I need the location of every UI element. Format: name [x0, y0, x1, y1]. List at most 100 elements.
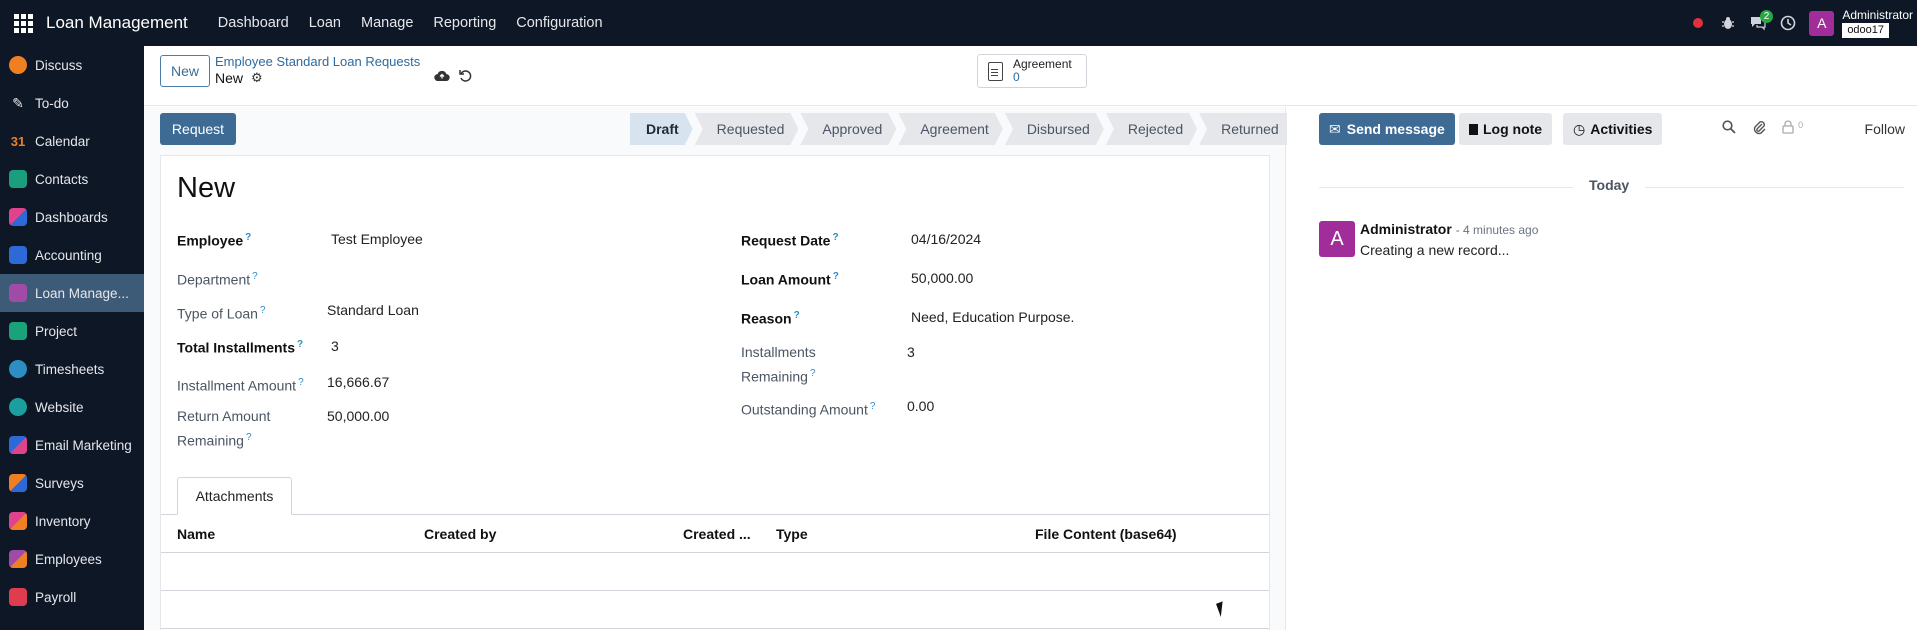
- user-avatar[interactable]: A: [1809, 10, 1835, 36]
- help-icon: ?: [245, 432, 252, 443]
- sidebar-item-dashboards[interactable]: Dashboards: [0, 198, 144, 236]
- loan-amount-field[interactable]: 50,000.00: [911, 270, 973, 286]
- tab-attachments[interactable]: Attachments: [177, 477, 292, 515]
- table-row[interactable]: [161, 553, 1269, 591]
- request-date-field[interactable]: 04/16/2024: [911, 231, 981, 247]
- user-menu[interactable]: Administrator odoo17: [1842, 7, 1913, 38]
- department-field[interactable]: [331, 266, 651, 286]
- bug-icon[interactable]: [1713, 0, 1743, 46]
- app-brand[interactable]: Loan Management: [46, 13, 188, 33]
- clock-icon: ◷: [1573, 120, 1586, 137]
- sidebar-item-label: Dashboards: [35, 209, 108, 225]
- sidebar-item-website[interactable]: Website: [0, 388, 144, 426]
- recording-icon[interactable]: [1683, 0, 1713, 46]
- breadcrumb[interactable]: Employee Standard Loan Requests: [215, 54, 420, 69]
- message-timestamp: - 4 minutes ago: [1455, 223, 1539, 237]
- message-author-avatar[interactable]: A: [1319, 221, 1355, 257]
- menu-dashboard[interactable]: Dashboard: [208, 0, 299, 46]
- sidebar-item-project[interactable]: Project: [0, 312, 144, 350]
- column-name[interactable]: Name: [177, 526, 215, 542]
- sidebar-item-email-marketing[interactable]: Email Marketing: [0, 426, 144, 464]
- agreement-smart-button[interactable]: Agreement 0: [977, 54, 1087, 88]
- save-cloud-icon[interactable]: [434, 69, 450, 86]
- document-icon: [988, 61, 1003, 81]
- reason-label: Reason?: [741, 310, 800, 327]
- followers-lock-icon[interactable]: 0: [1782, 120, 1803, 138]
- sidebar-item-inventory[interactable]: Inventory: [0, 502, 144, 540]
- paperclip-icon[interactable]: [1752, 120, 1766, 139]
- sidebar-item-label: Inventory: [35, 513, 91, 529]
- sidebar-item-contacts[interactable]: Contacts: [0, 160, 144, 198]
- sidebar-item-payroll[interactable]: Payroll: [0, 578, 144, 616]
- sidebar-item-label: Email Marketing: [35, 437, 132, 453]
- menu-reporting[interactable]: Reporting: [423, 0, 506, 46]
- status-draft[interactable]: Draft: [630, 113, 693, 145]
- menu-manage[interactable]: Manage: [351, 0, 423, 46]
- status-bar: Draft Requested Approved Agreement Disbu…: [630, 113, 1297, 145]
- clock-icon[interactable]: [1773, 0, 1803, 46]
- search-icon[interactable]: [1722, 120, 1736, 138]
- surveys-icon: [9, 474, 27, 492]
- email-marketing-icon: [9, 436, 27, 454]
- help-icon: ?: [298, 377, 304, 388]
- payroll-icon: [9, 588, 27, 606]
- record-title: New: [177, 172, 236, 204]
- table-row[interactable]: [161, 591, 1269, 629]
- request-button[interactable]: Request: [160, 113, 236, 145]
- employee-field[interactable]: Test Employee: [331, 231, 423, 247]
- type-of-loan-label: Type of Loan?: [177, 305, 266, 322]
- status-rejected[interactable]: Rejected: [1106, 113, 1197, 145]
- reason-field[interactable]: Need, Education Purpose.: [911, 309, 1074, 325]
- apps-menu-icon[interactable]: [0, 0, 46, 46]
- messages-icon[interactable]: 2: [1743, 0, 1774, 46]
- discard-icon[interactable]: [458, 69, 472, 87]
- status-approved[interactable]: Approved: [800, 113, 896, 145]
- status-disbursed[interactable]: Disbursed: [1005, 113, 1104, 145]
- sidebar-item-discuss[interactable]: Discuss: [0, 46, 144, 84]
- note-icon: [1469, 123, 1478, 135]
- column-file-content[interactable]: File Content (base64): [1035, 526, 1177, 542]
- sidebar-item-label: Calendar: [35, 133, 90, 149]
- attachments-table-header: Name Created by Created ... Type File Co…: [161, 515, 1269, 553]
- gear-icon[interactable]: ⚙: [251, 70, 263, 86]
- sidebar-item-label: Accounting: [35, 247, 102, 263]
- status-requested[interactable]: Requested: [695, 113, 799, 145]
- sidebar-item-accounting[interactable]: Accounting: [0, 236, 144, 274]
- employee-label: Employee?: [177, 232, 252, 249]
- sidebar-item-employees[interactable]: Employees: [0, 540, 144, 578]
- follow-button[interactable]: Follow: [1865, 121, 1905, 137]
- message-author[interactable]: Administrator: [1360, 221, 1452, 237]
- log-note-button[interactable]: Log note: [1459, 113, 1553, 145]
- sidebar-item-label: Loan Manage...: [35, 285, 129, 301]
- new-button[interactable]: New: [160, 55, 210, 87]
- sidebar-item-surveys[interactable]: Surveys: [0, 464, 144, 502]
- sidebar-item-timesheets[interactable]: Timesheets: [0, 350, 144, 388]
- send-message-button[interactable]: ✉ Send message: [1319, 113, 1455, 145]
- installment-amount-label: Installment Amount?: [177, 377, 304, 394]
- total-installments-field[interactable]: 3: [331, 338, 339, 354]
- user-name: Administrator: [1842, 7, 1913, 22]
- agreement-count: 0: [1013, 70, 1020, 84]
- installment-amount-value: 16,666.67: [327, 374, 390, 390]
- column-created-by[interactable]: Created by: [424, 526, 496, 542]
- sidebar-item-loan-management[interactable]: Loan Manage...: [0, 274, 144, 312]
- envelope-icon: ✉: [1329, 120, 1341, 137]
- contacts-icon: [9, 170, 27, 188]
- total-installments-label: Total Installments?: [177, 339, 304, 356]
- status-returned[interactable]: Returned: [1199, 113, 1295, 145]
- help-icon: ?: [296, 339, 304, 350]
- chatter: ✉ Send message Log note ◷ Activities 0 F…: [1287, 107, 1917, 630]
- menu-configuration[interactable]: Configuration: [506, 0, 612, 46]
- department-label: Department?: [177, 271, 258, 288]
- accounting-icon: [9, 246, 27, 264]
- sidebar-item-calendar[interactable]: 31 Calendar: [0, 122, 144, 160]
- status-agreement[interactable]: Agreement: [898, 113, 1002, 145]
- type-of-loan-field[interactable]: Standard Loan: [327, 302, 419, 318]
- activities-button[interactable]: ◷ Activities: [1563, 113, 1663, 145]
- menu-loan[interactable]: Loan: [299, 0, 351, 46]
- column-created-on[interactable]: Created ...: [683, 526, 751, 542]
- sidebar-item-todo[interactable]: ✎ To-do: [0, 84, 144, 122]
- column-type[interactable]: Type: [776, 526, 808, 542]
- help-icon: ?: [832, 271, 839, 282]
- followers-count: 0: [1798, 120, 1804, 130]
